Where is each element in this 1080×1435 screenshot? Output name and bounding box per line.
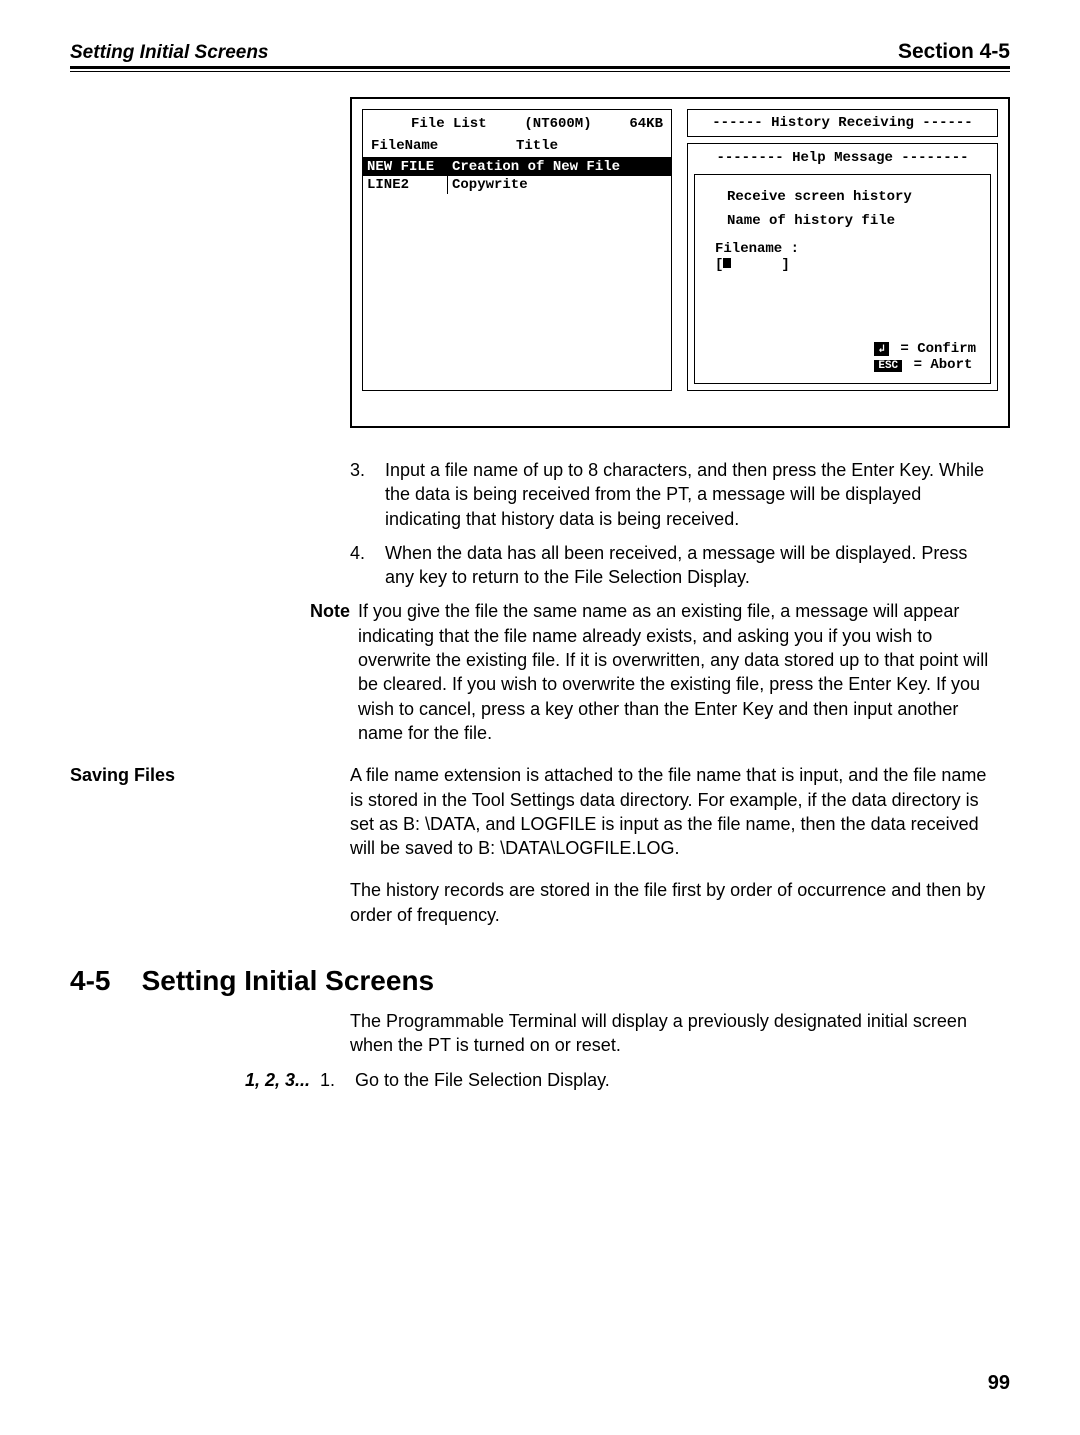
note-block: Note If you give the file the same name … <box>70 599 1010 745</box>
steps-row: 1, 2, 3... 1. Go to the File Selection D… <box>70 1068 1010 1092</box>
file-row-selected[interactable]: NEW FILE Creation of New File <box>363 158 671 176</box>
header-right: Section 4-5 <box>898 40 1010 64</box>
console-screenshot: File List (NT600M) 64KB FileName Title N… <box>350 97 1010 428</box>
step-4: 4. When the data has all been received, … <box>350 541 990 590</box>
confirm-label: = Confirm <box>892 341 976 357</box>
filename-input[interactable]: [] <box>715 257 976 273</box>
saving-p1: A file name extension is attached to the… <box>350 763 990 860</box>
saving-p2: The history records are stored in the fi… <box>350 878 990 927</box>
help-title: -------- Help Message -------- <box>694 150 991 166</box>
file-row[interactable]: LINE2 Copywrite <box>363 176 671 194</box>
enter-key-icon: ↲ <box>874 342 889 356</box>
file-title: Copywrite <box>448 176 671 194</box>
file-list-table: NEW FILE Creation of New File LINE2 Copy… <box>363 157 671 326</box>
step-num: 1. <box>320 1068 355 1092</box>
step-num: 4. <box>350 541 385 590</box>
step-text: When the data has all been received, a m… <box>385 541 990 590</box>
file-title: Creation of New File <box>448 158 671 176</box>
help-inner: Receive screen history Name of history f… <box>694 174 991 384</box>
abort-label: = Abort <box>905 357 972 373</box>
help-msg1: Receive screen history <box>727 189 976 205</box>
step-num: 3. <box>350 458 385 531</box>
note-label: Note <box>290 599 350 745</box>
step-3: 3. Input a file name of up to 8 characte… <box>350 458 990 531</box>
header-rule <box>70 71 1010 72</box>
section-title-text: Setting Initial Screens <box>142 965 435 996</box>
steps-label: 1, 2, 3... <box>70 1068 320 1092</box>
saving-files-block: Saving Files A file name extension is at… <box>70 763 1010 945</box>
section-num: 4-5 <box>70 965 110 996</box>
help-box: -------- Help Message -------- Receive s… <box>687 143 998 391</box>
help-msg2: Name of history file <box>727 213 976 229</box>
header-left: Setting Initial Screens <box>70 42 269 64</box>
section-heading: 4-5 Setting Initial Screens <box>70 965 1010 997</box>
filename-label: Filename : <box>715 241 976 257</box>
step-text: Go to the File Selection Display. <box>355 1068 610 1092</box>
cursor-icon <box>723 258 731 268</box>
model-label: (NT600M) <box>524 116 591 132</box>
size-label: 64KB <box>629 116 663 132</box>
file-name: NEW FILE <box>363 158 448 176</box>
note-text: If you give the file the same name as an… <box>358 599 990 745</box>
file-list-title: File List <box>411 116 487 132</box>
esc-key-icon: ESC <box>874 360 902 372</box>
col-filename: FileName <box>371 138 456 154</box>
section-body: The Programmable Terminal will display a… <box>350 1009 990 1058</box>
page-number: 99 <box>988 1372 1010 1395</box>
step-text: Input a file name of up to 8 characters,… <box>385 458 990 531</box>
file-list-panel: File List (NT600M) 64KB FileName Title N… <box>362 109 672 391</box>
page-header: Setting Initial Screens Section 4-5 <box>70 40 1010 69</box>
history-header: ------ History Receiving ------ <box>687 109 998 137</box>
file-name: LINE2 <box>363 176 448 194</box>
saving-files-label: Saving Files <box>70 763 350 945</box>
col-title: Title <box>516 138 558 154</box>
